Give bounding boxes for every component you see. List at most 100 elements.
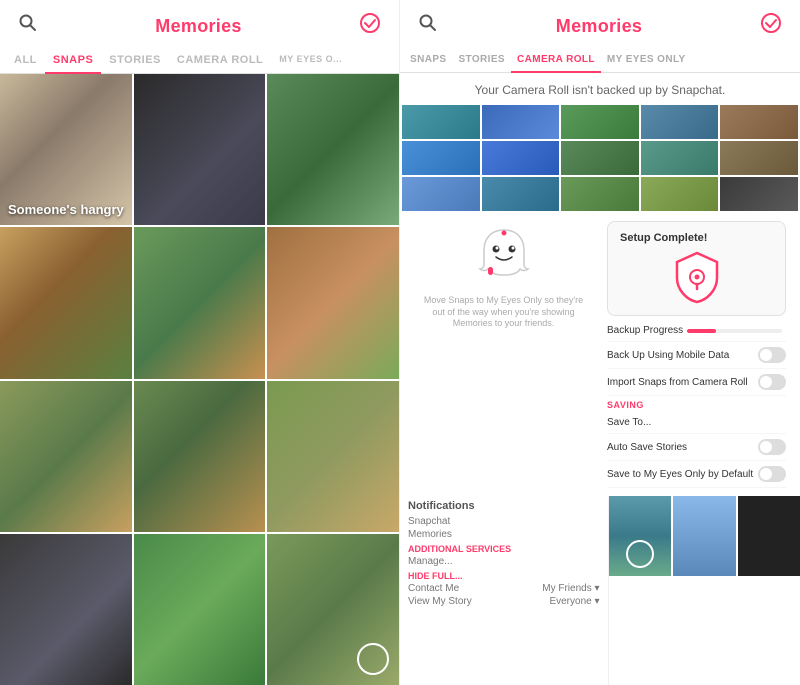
right-tab-camera-roll[interactable]: CAMERA ROLL [511,48,601,73]
cr-cell-10[interactable] [720,141,798,175]
grid-cell-5[interactable] [134,227,266,378]
cr-cell-3[interactable] [561,105,639,139]
cr-cell-7[interactable] [482,141,560,175]
sky-photo[interactable] [673,496,736,576]
cr-cell-2[interactable] [482,105,560,139]
setup-complete-card: Setup Complete! [607,221,786,316]
contact-me-label: Contact Me [408,582,459,595]
save-to-item[interactable]: Save To... [607,412,786,434]
check-icon[interactable] [359,12,381,40]
bottom-images [609,496,800,576]
save-to-label: Save To... [607,417,651,428]
grid-cell-9[interactable] [267,381,399,532]
setup-complete-title: Setup Complete! [620,232,773,244]
pin-left: Move Snaps to My Eyes Only so they're ou… [410,221,597,488]
grid-cell-3[interactable] [267,74,399,225]
notifications-column: Notifications Snapchat Memories ADDITION… [400,496,609,685]
tab-camera-roll[interactable]: CAMERA ROLL [169,48,271,74]
notifications-header: Notifications [408,500,600,512]
right-tab-stories[interactable]: STORIES [452,48,511,73]
grid-cell-4[interactable] [0,227,132,378]
shield-icon [672,250,722,305]
right-tabs: SNAPS STORIES CAMERA ROLL MY EYES ONLY [400,48,800,73]
dark-photo[interactable] [738,496,800,576]
ocean-photo[interactable] [609,496,672,576]
settings-section: Backup Progress Back Up Using Mobile Dat… [603,316,790,488]
cr-cell-5[interactable] [720,105,798,139]
cr-cell-4[interactable] [641,105,719,139]
view-story-value[interactable]: Everyone ▾ [549,595,599,608]
auto-save-toggle[interactable] [758,439,786,455]
ghost-text: Move Snaps to My Eyes Only so they're ou… [410,293,597,332]
left-tabs: ALL SNAPS STORIES CAMERA ROLL MY EYES O.… [0,48,399,74]
backup-progress-item: Backup Progress [607,320,786,342]
cr-cell-15[interactable] [720,177,798,211]
cr-cell-11[interactable] [402,177,480,211]
grid-cell-1[interactable]: Someone's hangry [0,74,132,225]
pin-setup-section: Move Snaps to My Eyes Only so they're ou… [400,213,800,496]
view-story-label: View My Story [408,595,472,608]
import-camera-roll-item: Import Snaps from Camera Roll [607,369,786,396]
manage-item[interactable]: Manage... [408,555,600,568]
tab-snaps[interactable]: SNAPS [45,48,101,74]
search-icon[interactable] [18,13,38,39]
right-search-icon[interactable] [418,13,438,39]
right-phone-panel: Memories SNAPS STORIES CAMERA ROLL MY EY… [400,0,800,685]
camera-roll-grid [400,103,800,213]
save-eyes-toggle[interactable] [758,466,786,482]
grid-cell-12[interactable] [267,534,399,685]
grid-cell-2[interactable] [134,74,266,225]
tab-stories[interactable]: STORIES [101,48,169,74]
cr-cell-6[interactable] [402,141,480,175]
backup-progress-bar [687,329,782,333]
setup-right: Setup Complete! Backup Progress [603,221,790,488]
contact-me-value[interactable]: My Friends ▾ [542,582,599,595]
progress-fill [687,329,715,333]
grid-cell-8[interactable] [134,381,266,532]
auto-save-label: Auto Save Stories [607,442,687,453]
right-header: Memories [400,0,800,48]
view-story-row: View My Story Everyone ▾ [408,595,600,608]
selection-circle [357,643,389,675]
snapchat-notif[interactable]: Snapchat [408,515,600,528]
additional-services-label: ADDITIONAL SERVICES [408,544,600,554]
bottom-section: Notifications Snapchat Memories ADDITION… [400,496,800,685]
right-tab-snaps[interactable]: SNAPS [404,48,452,73]
backup-mobile-item: Back Up Using Mobile Data [607,342,786,369]
left-header: Memories [0,0,399,48]
cr-cell-9[interactable] [641,141,719,175]
right-tab-eyes-only[interactable]: MY EYES ONLY [601,48,692,73]
auto-save-item: Auto Save Stories [607,434,786,461]
memories-notif[interactable]: Memories [408,528,600,541]
photo-grid: Someone's hangry [0,74,399,685]
saving-section-title: SAVING [607,396,786,412]
ghost-mascot-icon [474,225,534,285]
tab-my-eyes[interactable]: MY EYES O... [271,48,350,74]
backup-mobile-label: Back Up Using Mobile Data [607,350,729,361]
backup-mobile-toggle[interactable] [758,347,786,363]
grid-cell-11[interactable] [134,534,266,685]
save-eyes-label: Save to My Eyes Only by Default [607,469,753,480]
tab-all[interactable]: ALL [6,48,45,74]
camera-roll-notice: Your Camera Roll isn't backed up by Snap… [400,73,800,103]
cr-cell-12[interactable] [482,177,560,211]
cr-cell-14[interactable] [641,177,719,211]
cr-cell-1[interactable] [402,105,480,139]
import-camera-label: Import Snaps from Camera Roll [607,377,748,388]
cr-cell-8[interactable] [561,141,639,175]
grid-cell-6[interactable] [267,227,399,378]
right-check-icon[interactable] [760,12,782,40]
contact-me-row: Contact Me My Friends ▾ [408,582,600,595]
cr-cell-13[interactable] [561,177,639,211]
bottom-circle-1 [626,540,654,568]
photo-text-overlay: Someone's hangry [8,202,124,218]
grid-cell-10[interactable] [0,534,132,685]
save-eyes-item: Save to My Eyes Only by Default [607,461,786,488]
grid-cell-7[interactable] [0,381,132,532]
left-app-title: Memories [155,16,241,37]
right-app-title: Memories [556,16,642,37]
hide-full-label: HIDE FULL... [408,571,600,581]
left-phone-panel: Memories ALL SNAPS STORIES CAMERA ROLL M… [0,0,400,685]
backup-progress-label: Backup Progress [607,325,683,336]
import-camera-toggle[interactable] [758,374,786,390]
